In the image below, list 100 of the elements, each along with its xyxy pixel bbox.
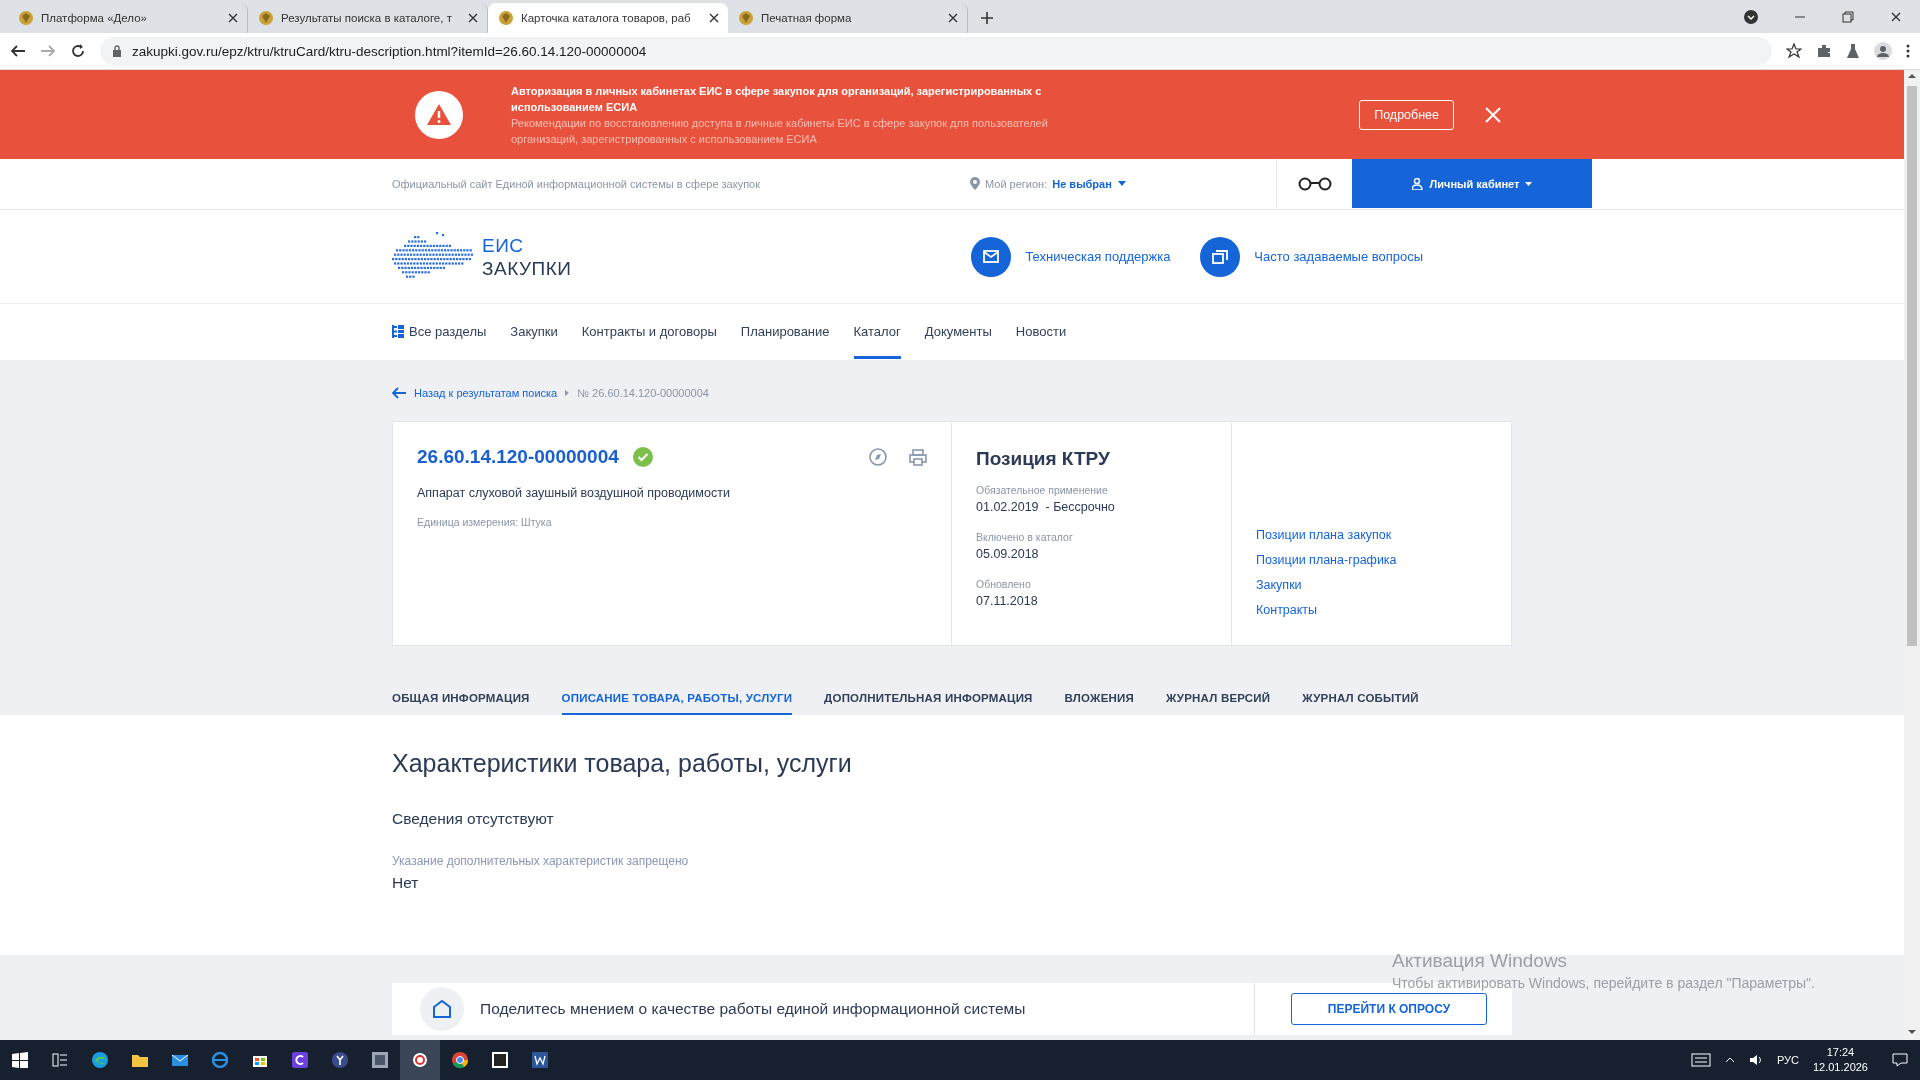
reload-icon[interactable] [70,43,86,59]
address-field[interactable]: zakupki.gov.ru/epz/ktru/ktruCard/ktru-description.html?itemId=26.60.14.120-00000004 [100,37,1772,65]
nav-item[interactable]: Закупки [510,304,558,359]
section-tab[interactable]: ЖУРНАЛ СОБЫТИЙ [1302,683,1419,715]
section-tab[interactable]: ЖУРНАЛ ВЕРСИЙ [1165,683,1271,715]
nav-item[interactable]: Контракты и договоры [581,304,717,359]
globe-icon[interactable] [212,1052,228,1068]
speaker-icon[interactable] [1748,1054,1763,1066]
archive-icon[interactable] [492,1052,508,1068]
clock-date: 12.01.2026 [1812,1060,1868,1075]
position-title: Позиция КТРУ [976,448,1111,470]
notification-icon[interactable] [1892,1053,1908,1067]
empty-text: Сведения отсутствуют [392,810,555,828]
close-icon[interactable] [708,12,720,24]
document-app-icon[interactable] [532,1052,548,1068]
field-label: Обязательное применение [976,484,1109,496]
pin-icon [970,177,980,190]
chrome-icon[interactable] [452,1052,468,1068]
glasses-icon[interactable] [1298,176,1332,191]
close-icon[interactable] [467,12,479,24]
user-icon [1411,177,1424,190]
activation-text: Чтобы активировать Windows, перейдите в раздел "Параметры". [1392,975,1815,991]
puzzle-icon[interactable] [1816,43,1832,59]
profile-icon[interactable] [1874,42,1892,60]
related-link[interactable]: Контракты [1256,603,1487,617]
section-title: Характеристики товара, работы, услуги [392,749,853,778]
lock-icon [112,45,122,57]
circle-app-icon[interactable] [332,1052,348,1068]
browser-tab[interactable]: Карточка каталога товаров, раб [488,3,728,33]
new-tab-icon[interactable] [980,11,994,25]
emblem-icon [18,10,34,26]
item-code: 26.60.14.120-00000004 [417,446,619,468]
field-value: Нет [392,874,420,892]
sections-icon [392,325,404,338]
logo-title: ЕИС [482,233,525,257]
compass-icon[interactable] [869,448,887,466]
section-tab[interactable]: ДОПОЛНИТЕЛЬНАЯ ИНФОРМАЦИЯ [824,683,1033,715]
mail-icon[interactable] [172,1052,188,1068]
language-indicator[interactable]: РУС [1776,1054,1799,1066]
emblem-icon [258,10,274,26]
browser-icon[interactable] [92,1052,108,1068]
field-label: Указание дополнительных характеристик запрещено [392,854,690,868]
nav-item[interactable]: Каталог [853,304,901,359]
unit-text: Единица измерения: Штука [417,516,553,528]
site-description: Официальный сайт Единой информационной системы в сфере закупок [392,177,762,190]
region-select[interactable]: Не выбран [1052,177,1126,190]
emblem-icon [738,10,754,26]
breadcrumb-current: № 26.60.14.120-00000004 [577,387,709,399]
close-icon[interactable] [1890,10,1902,23]
field-value: 07.11.2018 [976,594,1039,608]
close-icon[interactable] [227,12,239,24]
flask-icon[interactable] [1846,43,1860,59]
section-tab[interactable]: ВЛОЖЕНИЯ [1064,683,1134,715]
back-link[interactable]: Назад к результатам поиска [414,387,558,399]
nav-item[interactable]: Планирование [740,304,830,359]
emblem-icon [498,10,514,26]
activation-title: Активация Windows [1392,950,1569,972]
copy-icon [1200,236,1241,277]
survey-text: Поделитесь мнением о качестве работы единой информационной системы [480,1000,1026,1018]
back-arrow-icon[interactable] [392,387,406,399]
letter-c-app-icon[interactable] [292,1052,308,1068]
start-icon[interactable] [12,1052,28,1068]
close-icon[interactable] [947,12,959,24]
print-icon[interactable] [909,448,927,466]
chevron-up-icon[interactable] [1724,1057,1735,1063]
region-label: Мой регион: [985,177,1048,190]
survey-button[interactable]: ПЕРЕЙТИ К ОПРОСУ [1291,993,1487,1025]
tab-search-icon[interactable] [1744,9,1758,24]
restore-icon[interactable] [1842,10,1854,23]
menu-icon[interactable] [1906,43,1910,59]
field-value: 01.02.2019 - Бессрочно [976,500,1116,514]
nav-item[interactable]: Документы [924,304,992,359]
header-link[interactable]: Часто задаваемые вопросы [1254,249,1424,264]
account-button[interactable]: Личный кабинет [1352,159,1592,208]
banner-text: Рекомендации по восстановлению доступа в личные кабинеты ЕИС в сфере закупок для пользователей организаций, зарегистрированных с использованием ЕСИА [511,115,1049,147]
more-button[interactable]: Подробнее [1359,99,1454,130]
back-icon[interactable] [10,43,26,59]
caret-icon [1525,181,1533,186]
field-label: Включено в каталог [976,531,1074,543]
chevron-icon [565,390,570,396]
nav-item[interactable]: Все разделы [392,304,487,359]
item-name: Аппарат слуховой заушный воздушной проводимости [417,486,731,500]
related-link[interactable]: Закупки [1256,578,1487,592]
logo-subtitle: ЗАКУПКИ [482,256,572,280]
section-tab[interactable]: ОБЩАЯ ИНФОРМАЦИЯ [392,683,530,715]
related-link[interactable]: Позиции плана закупок [1256,528,1487,542]
folder-icon[interactable] [132,1052,148,1068]
caret-icon [1117,181,1126,186]
banner-title: Авторизация в личных кабинетах ЕИС в сфере закупок для организаций, зарегистрированных с использованием ЕСИА [511,83,1043,115]
related-link[interactable]: Позиции плана-графика [1256,553,1487,567]
star-icon[interactable] [1786,43,1802,59]
keyboard-icon[interactable] [1690,1053,1711,1067]
task-view-icon[interactable] [52,1052,68,1068]
header-link[interactable]: Техническая поддержка [1025,249,1171,264]
warning-icon [415,90,463,139]
mail-icon [971,236,1012,277]
field-value: 05.09.2018 [976,547,1040,561]
nav-item[interactable]: Новости [1015,304,1067,359]
window-app-icon[interactable] [372,1052,388,1068]
clock-time: 17:24 [1825,1045,1856,1060]
